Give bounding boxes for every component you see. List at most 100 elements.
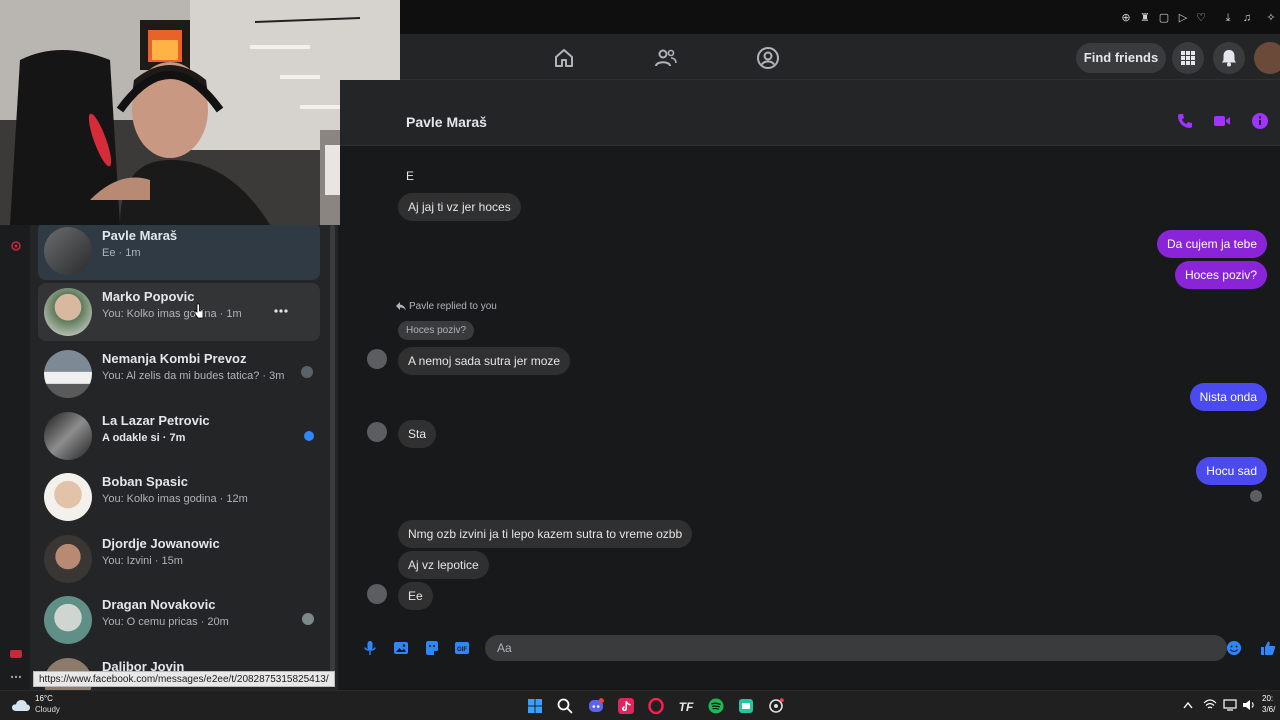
conversation-panel: Pavle Maraš E Aj jaj ti vz jer hoces Da … — [340, 80, 1280, 690]
message-outgoing: Da cujem ja tebe — [1156, 230, 1267, 258]
quoted-message[interactable]: Hoces poziv? — [398, 321, 475, 340]
home-icon[interactable] — [552, 46, 576, 70]
weather-description[interactable]: Cloudy — [35, 705, 60, 714]
menu-button[interactable] — [1172, 42, 1204, 74]
tiktok-icon[interactable] — [618, 698, 634, 714]
more-options-icon[interactable] — [274, 309, 288, 313]
chat-item-nemanja-kombi-prevoz[interactable]: Nemanja Kombi Prevoz You: Al zelis da mi… — [38, 345, 320, 403]
message-outgoing: Hoces poziv? — [1174, 261, 1267, 289]
chat-name: Djordje Jowanowic — [102, 536, 220, 551]
heart-icon[interactable]: ♡ — [1195, 12, 1207, 24]
info-icon[interactable] — [1251, 112, 1269, 130]
unread-dot — [304, 431, 314, 441]
read-receipt-avatar — [301, 366, 313, 378]
chat-item-boban-spasic[interactable]: Boban Spasic You: Kolko imas godina · 12… — [38, 468, 320, 526]
image-icon[interactable] — [393, 640, 409, 656]
message-composer[interactable] — [485, 635, 1227, 661]
chat-name: Nemanja Kombi Prevoz — [102, 351, 247, 366]
weather-temperature[interactable]: 16°C — [35, 694, 53, 703]
windows-start-icon[interactable] — [527, 698, 543, 714]
chat-item-dragan-novakovic[interactable]: Dragan Novakovic You: O cemu pricas · 20… — [38, 591, 320, 649]
status-url: https://www.facebook.com/messages/e2ee/t… — [33, 671, 335, 687]
chat-list-scrollbar[interactable] — [330, 225, 335, 685]
message-incoming: A nemoj sada sutra jer moze — [398, 347, 571, 375]
chat-preview: Ee · 1m — [102, 247, 141, 259]
chevron-up-icon[interactable] — [1183, 701, 1193, 709]
message-input[interactable] — [497, 635, 1197, 661]
avatar — [44, 288, 92, 336]
volume-icon[interactable] — [1242, 699, 1256, 711]
svg-text:TF: TF — [679, 700, 694, 714]
sender-avatar — [367, 422, 387, 442]
chat-app-icon[interactable] — [738, 698, 754, 714]
sender-avatar — [367, 584, 387, 604]
message-incoming: E — [406, 169, 415, 183]
clock-time: 20: — [1262, 694, 1274, 703]
friends-icon[interactable] — [654, 46, 678, 70]
chat-item-marko-popovic[interactable]: Marko Popovic You: Kolko imas godina · 1… — [38, 283, 320, 341]
chat-item-la-lazar-petrovic[interactable]: La Lazar Petrovic A odakle si · 7m — [38, 407, 320, 465]
download-icon[interactable]: ⤓ — [1222, 12, 1234, 24]
badge-icon — [10, 650, 22, 658]
sticker-icon[interactable] — [424, 640, 440, 656]
account-avatar[interactable] — [1254, 42, 1280, 74]
seen-avatar — [1250, 490, 1262, 502]
ai-icon[interactable]: ✧ — [1262, 12, 1280, 24]
tab-icon[interactable]: ▢ — [1158, 12, 1170, 24]
pin-icon[interactable]: ♜ — [1139, 12, 1151, 24]
clock[interactable]: 20: 3/6/ — [1262, 693, 1275, 715]
avatar — [44, 596, 92, 644]
more-icon[interactable] — [10, 675, 22, 679]
windows-taskbar: 16°C Cloudy TF 20: 3/6/ — [0, 690, 1280, 720]
network-icon[interactable] — [1203, 699, 1217, 711]
app-settings-icon[interactable] — [768, 698, 784, 714]
chat-preview: You: Kolko imas godina · 1m — [102, 308, 242, 320]
avatar — [44, 350, 92, 398]
hand-cursor-icon — [194, 303, 204, 319]
message-incoming: Sta — [398, 420, 437, 448]
zoom-icon[interactable]: ⊕ — [1120, 12, 1132, 24]
gif-icon[interactable]: GIF — [454, 640, 470, 656]
chat-item-djordje-jowanowic[interactable]: Djordje Jowanowic You: Izvini · 15m — [38, 530, 320, 588]
settings-icon[interactable] — [10, 240, 22, 252]
chat-name: Boban Spasic — [102, 474, 188, 489]
phone-icon[interactable] — [1176, 112, 1194, 130]
avatar — [44, 535, 92, 583]
tf-icon[interactable]: TF — [678, 698, 694, 714]
emoji-icon[interactable] — [1226, 640, 1242, 656]
find-friends-button[interactable]: Find friends — [1076, 43, 1166, 73]
chat-preview: You: Kolko imas godina · 12m — [102, 493, 248, 505]
opera-gx-icon[interactable] — [648, 698, 664, 714]
like-icon[interactable] — [1260, 640, 1276, 656]
chat-item-pavle-maras[interactable]: Pavle Maraš Ee · 1m — [38, 225, 320, 280]
video-call-icon[interactable] — [1213, 112, 1231, 130]
profile-icon[interactable] — [756, 46, 780, 70]
reply-icon — [396, 302, 406, 311]
facebook-top-nav: Find friends — [400, 34, 1280, 80]
chat-preview: A odakle si · 7m — [102, 432, 186, 444]
spotify-icon[interactable] — [708, 698, 724, 714]
contact-name[interactable]: Pavle Maraš — [406, 114, 487, 130]
chat-preview: You: Izvini · 15m — [102, 555, 183, 567]
bell-outline-icon[interactable]: ♫ — [1241, 12, 1253, 24]
chat-name: Pavle Maraš — [102, 228, 178, 243]
chat-name: La Lazar Petrovic — [102, 413, 210, 428]
message-incoming: Aj jaj ti vz jer hoces — [398, 193, 521, 221]
notifications-button[interactable] — [1213, 42, 1245, 74]
discord-icon[interactable] — [588, 698, 604, 714]
display-icon[interactable] — [1223, 699, 1237, 711]
chat-list: Pavle Maraš Ee · 1m Marko Popovic You: K… — [30, 225, 338, 690]
play-icon[interactable]: ▷ — [1177, 12, 1189, 24]
message-outgoing: Nista onda — [1189, 383, 1267, 411]
cloud-icon — [12, 700, 30, 711]
search-icon[interactable] — [557, 698, 573, 714]
message-incoming: Ee — [398, 582, 433, 610]
browser-toolbar: ⊕ ♜ ▢ ▷ ♡ ⤓ ♫ ✧ — [400, 0, 1280, 34]
avatar — [44, 227, 92, 275]
microphone-icon[interactable] — [362, 640, 378, 656]
chat-preview: You: O cemu pricas · 20m — [102, 616, 229, 628]
chat-preview: You: Al zelis da mi budes tatica? · 3m — [102, 370, 285, 382]
grid-icon — [1181, 51, 1195, 65]
message-incoming: Nmg ozb izvini ja ti lepo kazem sutra to… — [398, 520, 693, 548]
message-incoming: Aj vz lepotice — [398, 551, 489, 579]
